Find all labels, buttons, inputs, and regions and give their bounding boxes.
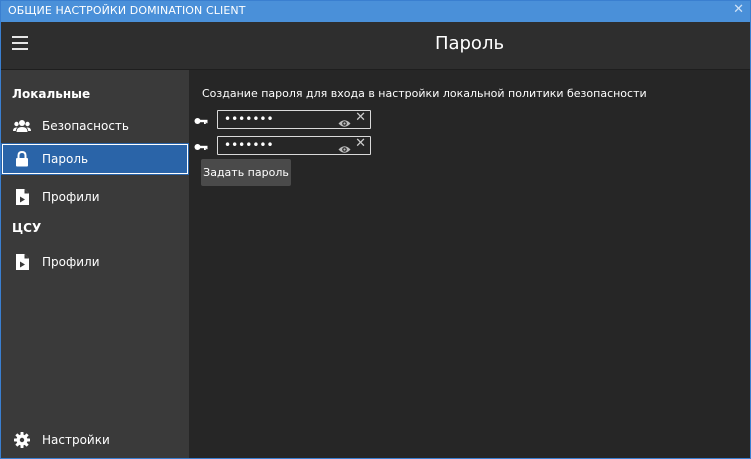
sidebar-item-profiles-csu[interactable]: Профили <box>1 246 189 278</box>
clear-icon[interactable]: ✕ <box>355 136 366 151</box>
sidebar-item-profiles-local[interactable]: Профили <box>1 181 189 213</box>
eye-icon[interactable] <box>338 140 351 153</box>
password-description: Создание пароля для входа в настройки ло… <box>202 87 647 100</box>
password-value: ••••••• <box>224 112 274 126</box>
key-icon <box>194 113 208 127</box>
title-bar: ОБЩИЕ НАСТРОЙКИ DOMINATION CLIENT ✕ <box>1 1 750 22</box>
sidebar-item-password[interactable]: Пароль <box>1 143 189 175</box>
sidebar-group-local: Локальные <box>12 87 91 101</box>
lock-icon <box>13 150 31 168</box>
close-icon[interactable]: ✕ <box>733 2 744 17</box>
sidebar-item-label: Профили <box>42 255 100 269</box>
file-icon <box>13 188 31 206</box>
password-value: ••••••• <box>224 138 274 152</box>
password-confirm-row: ••••••• ✕ <box>194 136 384 156</box>
window-title: ОБЩИЕ НАСТРОЙКИ DOMINATION CLIENT <box>8 4 246 17</box>
password-row: ••••••• ✕ <box>194 110 384 130</box>
sidebar-item-security[interactable]: Безопасность <box>1 110 189 142</box>
sidebar-group-csu: ЦСУ <box>12 221 42 235</box>
sidebar-item-label: Пароль <box>42 152 89 166</box>
settings-window: ОБЩИЕ НАСТРОЙКИ DOMINATION CLIENT ✕ Паро… <box>0 0 751 459</box>
hamburger-icon[interactable] <box>12 36 28 50</box>
password-field[interactable]: ••••••• ✕ <box>217 110 371 129</box>
key-icon <box>194 139 208 153</box>
sidebar-item-label: Настройки <box>42 433 110 447</box>
clear-icon[interactable]: ✕ <box>355 110 366 125</box>
sidebar-item-label: Профили <box>42 190 100 204</box>
gear-icon <box>13 431 31 449</box>
page-title: Пароль <box>434 33 505 54</box>
sidebar-item-label: Безопасность <box>42 119 129 133</box>
eye-icon[interactable] <box>338 114 351 127</box>
file-icon <box>13 253 31 271</box>
users-icon <box>13 117 31 135</box>
main-content: Создание пароля для входа в настройки ло… <box>189 70 750 458</box>
page-header: Пароль <box>1 22 750 70</box>
password-confirm-field[interactable]: ••••••• ✕ <box>217 136 371 155</box>
sidebar: Локальные Безопасность Пароль Профили ЦС… <box>1 70 189 458</box>
set-password-button[interactable]: Задать пароль <box>201 159 291 186</box>
sidebar-item-settings[interactable]: Настройки <box>1 424 189 456</box>
